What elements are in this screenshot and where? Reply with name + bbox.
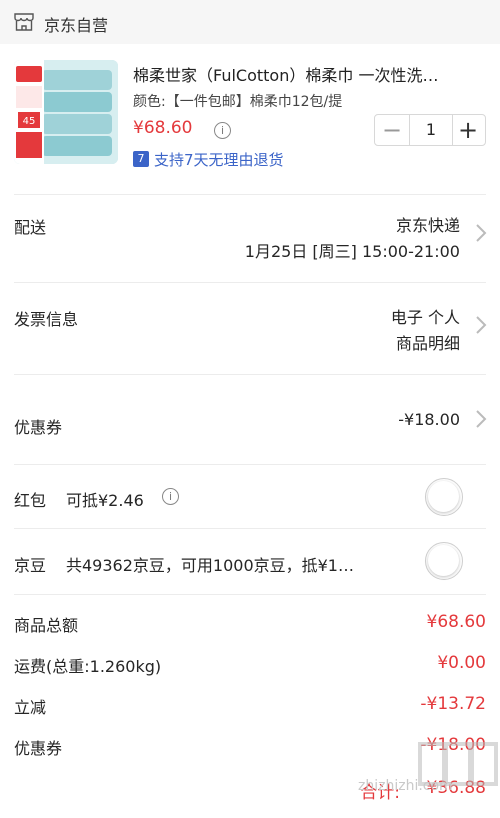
summary-coupon-label: 优惠券 bbox=[14, 739, 63, 758]
product-spec[interactable]: 颜色:【一件包邮】棉柔巾12包/提 bbox=[133, 91, 368, 111]
goods-total-label: 商品总额 bbox=[14, 616, 79, 635]
discount-label: 立减 bbox=[14, 698, 47, 717]
divider bbox=[14, 194, 486, 195]
chevron-right-icon bbox=[476, 316, 487, 334]
return-policy-icon: 7 bbox=[133, 151, 149, 167]
invoice-content: 商品明细 bbox=[395, 334, 460, 353]
product-price: ¥68.60 bbox=[133, 118, 193, 138]
delivery-time: 1月25日 [周三] 15:00-21:00 bbox=[244, 242, 460, 261]
svg-text:45: 45 bbox=[23, 116, 36, 127]
divider bbox=[14, 464, 486, 465]
divider bbox=[14, 594, 486, 595]
product-thumbnail[interactable]: 45 bbox=[14, 60, 118, 164]
product-card: 45 棉柔世家（FulCotton）棉柔巾 一次性洗… 颜色:【一件包邮】棉柔巾… bbox=[0, 44, 500, 194]
watermark-text: zhizhizhi.com bbox=[358, 778, 453, 794]
chevron-right-icon bbox=[476, 410, 487, 428]
watermark-logo bbox=[418, 742, 498, 786]
redpacket-toggle[interactable] bbox=[425, 478, 463, 516]
goods-total-value: ¥68.60 bbox=[426, 612, 486, 632]
delivery-carrier: 京东快递 bbox=[395, 216, 460, 235]
coupon-label: 优惠券 bbox=[14, 418, 63, 437]
quantity-stepper: − 1 + bbox=[374, 114, 486, 146]
jingdou-label: 京豆 bbox=[14, 556, 47, 575]
delivery-label: 配送 bbox=[14, 218, 47, 237]
divider bbox=[14, 282, 486, 283]
product-title[interactable]: 棉柔世家（FulCotton）棉柔巾 一次性洗… bbox=[133, 62, 493, 86]
store-icon bbox=[14, 13, 34, 31]
return-policy-text[interactable]: 支持7天无理由退货 bbox=[154, 149, 284, 170]
jingdou-note: 共49362京豆，可用1000京豆，抵¥1… bbox=[66, 556, 354, 575]
invoice-type: 电子 个人 bbox=[390, 308, 460, 327]
coupon-value: -¥18.00 bbox=[398, 410, 460, 429]
redpacket-label: 红包 bbox=[14, 491, 47, 510]
info-icon[interactable]: i bbox=[162, 488, 179, 505]
divider bbox=[14, 374, 486, 375]
shipping-label: 运费(总重:1.260kg) bbox=[14, 657, 162, 676]
divider bbox=[14, 528, 486, 529]
chevron-right-icon bbox=[476, 224, 487, 242]
shop-header: 京东自营 bbox=[0, 0, 500, 45]
jingdou-toggle[interactable] bbox=[425, 542, 463, 580]
decrease-button[interactable]: − bbox=[375, 115, 409, 145]
quantity-value[interactable]: 1 bbox=[409, 115, 453, 145]
shop-name[interactable]: 京东自营 bbox=[44, 12, 108, 36]
redpacket-note: 可抵¥2.46 bbox=[66, 491, 144, 510]
invoice-label: 发票信息 bbox=[14, 310, 79, 329]
info-icon[interactable]: i bbox=[214, 122, 231, 139]
increase-button[interactable]: + bbox=[451, 115, 485, 145]
shipping-value: ¥0.00 bbox=[437, 653, 486, 673]
discount-value: -¥13.72 bbox=[420, 694, 486, 714]
